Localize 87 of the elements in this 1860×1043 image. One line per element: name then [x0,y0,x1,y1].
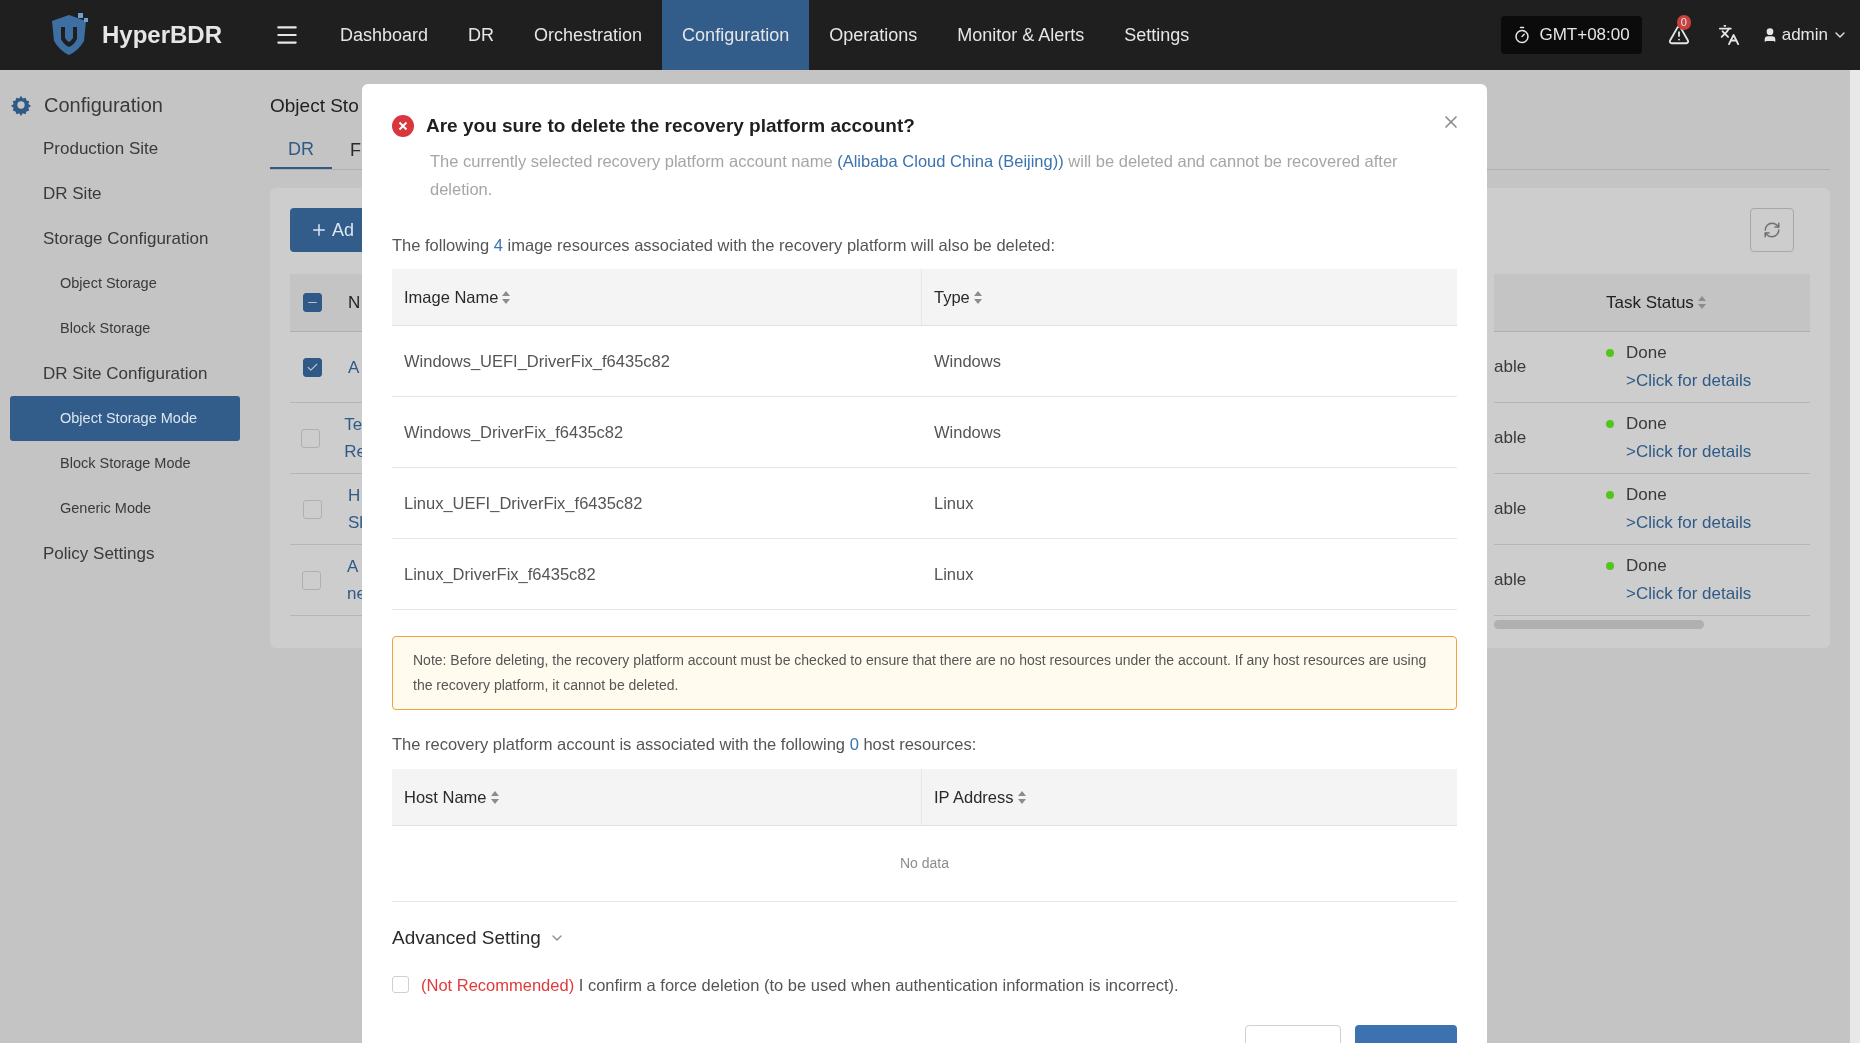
note-text: Note: Before deleting, the recovery platform account must be checked to ensure that there are no host resources under the account. If any host resources are using the recovery platform, it cannot be deleted. [413,651,1428,696]
column-header: N [348,291,361,314]
sidebar-subitem[interactable]: Block Storage Mode [10,441,240,486]
column-header: Task Status [1606,289,1706,316]
image-resources-text: The following 4 image resources associated with the recovery platform will also be deleted: [392,234,1057,256]
gear-icon [10,94,32,116]
details-link[interactable]: >Click for details [1626,580,1752,608]
sort-icon[interactable] [502,290,511,304]
refresh-icon [1763,221,1781,239]
sidebar-subitem[interactable]: Generic Mode [10,486,240,531]
row-name-link[interactable]: H [348,482,364,509]
dialog-description: The currently selected recovery platform account name (Alibaba Cloud China (Beijing)) will be deleted and cannot be recovered after deletion. [430,150,1399,200]
sidebar-subitem[interactable]: Object Storage Mode [10,396,240,441]
sidebar-item[interactable]: Policy Settings [10,531,250,576]
status-text: Done [1626,484,1667,506]
row-name-link[interactable]: Sl [348,509,364,536]
scrollbar[interactable] [1494,620,1704,629]
nav-tab[interactable]: DR [448,0,515,70]
page-title: Object Sto [270,94,359,118]
status-text: Done [1626,555,1667,577]
nav-tab[interactable]: Orchestration [514,0,663,70]
language-icon[interactable] [1717,24,1740,46]
table-cell-text: Linux_UEFI_DriverFix_f6435c82 [403,492,644,514]
error-icon [392,115,414,138]
page-scrollbar[interactable] [1850,70,1860,1043]
nav-tab[interactable]: Monitor & Alerts [937,0,1105,70]
table-cell-text: Linux_DriverFix_f6435c82 [403,563,597,585]
table-cell-text: Linux [933,492,974,514]
timer-icon [1513,26,1532,44]
table-cell-text: able [1494,498,1528,521]
table-cell-text: Linux [933,563,974,585]
checkbox[interactable] [302,499,322,519]
sort-icon[interactable] [1017,790,1026,804]
row-name-link[interactable]: A [348,353,360,381]
table-cell-text: able [1494,356,1528,379]
nav-tab[interactable]: Dashboard [320,0,449,70]
table-cell-text: Windows [933,350,1001,372]
sidebar-title: Configuration [44,93,163,118]
alert-count: 0 [1676,15,1691,30]
nav-tab[interactable]: Configuration [662,0,810,70]
user-name: admin [1781,24,1828,47]
empty-text: No data [899,854,949,873]
checkbox[interactable] [302,293,322,312]
dialog-title: Are you sure to delete the recovery platform account? [426,114,915,138]
account-name-link[interactable]: (Alibaba Cloud China (Beijing)) [837,151,1064,170]
plus-icon [310,221,328,239]
status-text: Done [1626,413,1667,435]
host-resources-text: The recovery platform account is associated with the following 0 host resources: [392,734,978,756]
sidebar-subitem[interactable]: Object Storage [10,261,240,306]
page-tab[interactable]: DR [270,132,332,169]
details-link[interactable]: >Click for details [1626,509,1752,537]
force-delete-checkbox[interactable] [392,976,409,994]
column-header: Host Name [392,769,922,825]
nav-tab[interactable]: Operations [809,0,938,70]
alert-icon[interactable] [1667,24,1690,46]
sidebar-item[interactable]: DR Site [10,171,250,216]
refresh-button[interactable] [1750,208,1794,252]
sidebar-item[interactable]: DR Site Configuration [10,351,250,396]
sidebar-item[interactable]: Production Site [10,126,250,171]
column-header: Type [922,269,982,326]
table-cell-text: able [1494,569,1528,592]
advanced-setting-toggle[interactable]: Advanced Setting [392,924,565,953]
force-delete-label: (Not Recommended) I confirm a force deletion (to be used when authentication information is incorrect). [421,974,1179,996]
table-cell-text: able [1494,427,1528,450]
sidebar-subitem[interactable]: Block Storage [10,306,240,351]
sort-icon[interactable] [1697,296,1706,309]
nav-tab[interactable]: Settings [1104,0,1210,70]
checkbox[interactable] [302,357,322,377]
timezone-badge[interactable]: GMT+08:00 [1501,16,1642,54]
table-cell-text: Windows [933,421,1001,443]
sidebar-item[interactable]: Storage Configuration [10,216,250,261]
checkbox[interactable] [300,428,320,448]
table-cell-text: Windows_UEFI_DriverFix_f6435c82 [403,350,671,372]
details-link[interactable]: >Click for details [1626,367,1752,395]
user-menu[interactable]: admin [1761,22,1848,48]
table-cell-text: Windows_DriverFix_f6435c82 [403,421,625,443]
sort-icon[interactable] [490,790,499,804]
timezone: GMT+08:00 [1539,24,1630,47]
row-name-link[interactable]: A [347,553,366,580]
column-header: Image Name [392,269,922,326]
details-link[interactable]: >Click for details [1626,438,1752,466]
row-name-link[interactable]: Te [344,411,366,438]
sort-icon[interactable] [973,290,982,304]
app-name: HyperBDR [102,20,223,50]
status-text: Done [1626,342,1667,364]
checkbox[interactable] [302,570,322,590]
column-header: IP Address [922,769,1026,825]
